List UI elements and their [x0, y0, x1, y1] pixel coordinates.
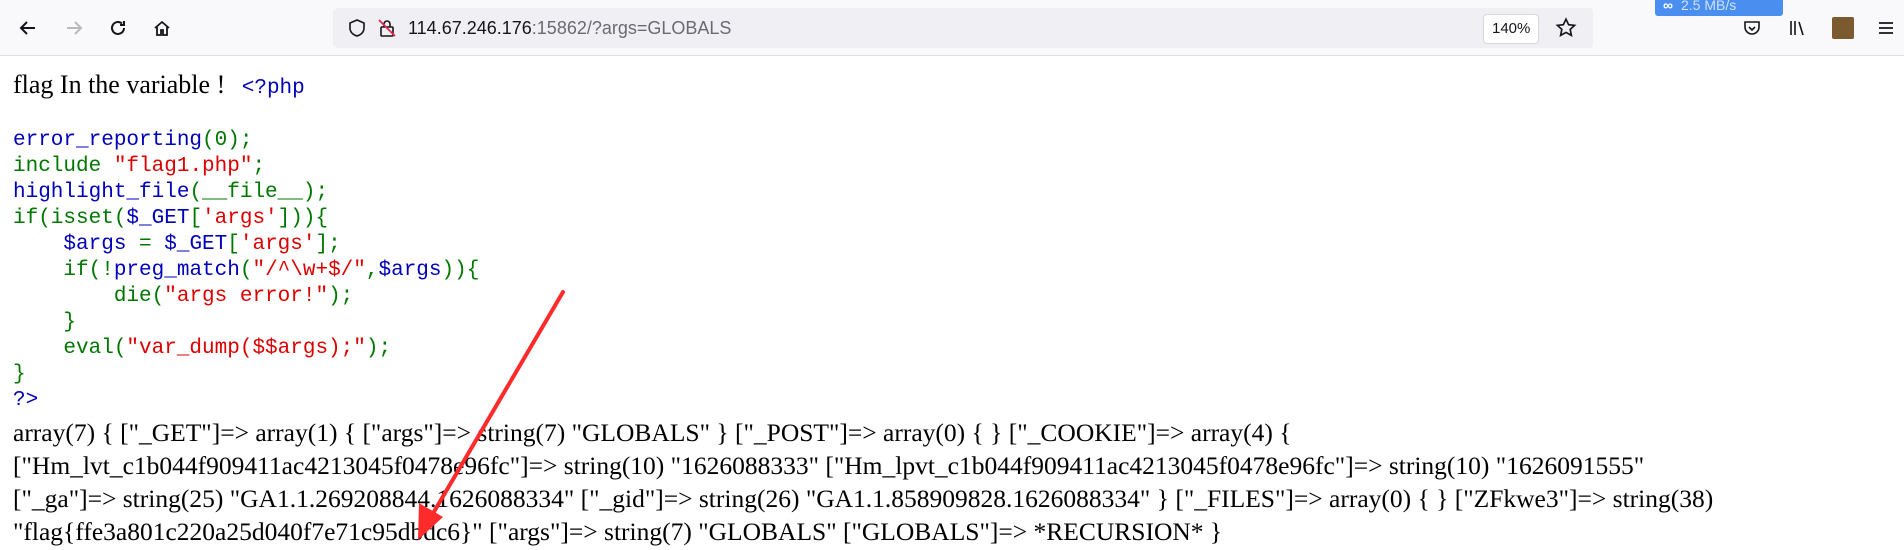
- url-text[interactable]: 114.67.246.176:15862/?args=GLOBALS: [408, 18, 731, 39]
- code-token: )){: [441, 259, 480, 282]
- var-dump-output: array(7) { ["_GET"]=> array(1) { ["args"…: [13, 416, 1893, 548]
- code-token: error_reporting: [13, 129, 203, 152]
- code-token: $_GET: [164, 233, 228, 256]
- extension-speed: 2.5 MB/s: [1681, 0, 1737, 13]
- code-line: die("args error!");: [13, 284, 479, 310]
- code-token: $args: [13, 233, 140, 256]
- code-line: ?>: [13, 388, 479, 414]
- zoom-level-button[interactable]: 140%: [1483, 14, 1540, 44]
- menu-icon[interactable]: [1876, 18, 1896, 38]
- dump-line: "flag{ffe3a801c220a25d040f7e71c95dbdc6}"…: [13, 517, 1223, 546]
- forward-arrow-icon: [67, 21, 83, 35]
- code-line: highlight_file(__file__);: [13, 180, 479, 206]
- insecure-lock-icon[interactable]: [377, 18, 397, 38]
- dump-line: ["_ga"]=> string(25) "GA1.1.269208844.16…: [13, 484, 1714, 513]
- code-token: ;: [252, 155, 266, 178]
- pocket-icon[interactable]: [1742, 18, 1762, 38]
- code-line: if(!preg_match("/^\w+$/",$args)){: [13, 258, 479, 284]
- code-token: eval(: [13, 337, 127, 360]
- code-line: $args = $_GET['args'];: [13, 232, 479, 258]
- extension-badge[interactable]: ∞ 2.5 MB/s: [1655, 0, 1783, 16]
- page-heading: flag In the variable ! <?php: [13, 70, 305, 100]
- code-token: "var_dump($$args);": [126, 337, 366, 360]
- code-token: "args error!": [164, 285, 329, 308]
- browser-toolbar: 114.67.246.176:15862/?args=GLOBALS 140% …: [0, 0, 1904, 56]
- code-token: (: [239, 259, 253, 282]
- code-token: "/^\w+$/": [252, 259, 366, 282]
- code-token: preg_match: [113, 259, 240, 282]
- code-token: if(isset(: [13, 207, 127, 230]
- code-line: error_reporting(0);: [13, 128, 479, 154]
- address-bar[interactable]: 114.67.246.176:15862/?args=GLOBALS 140%: [333, 8, 1593, 48]
- code-token: [: [227, 233, 240, 256]
- code-token: die(: [13, 285, 165, 308]
- code-line: include "flag1.php";: [13, 154, 479, 180]
- code-token: }: [13, 363, 26, 386]
- infinity-icon: ∞: [1663, 0, 1673, 13]
- code-token: ];: [315, 233, 341, 256]
- code-token: );: [365, 337, 392, 360]
- code-line: }: [13, 310, 479, 336]
- php-open-tag: <?php: [241, 77, 305, 100]
- heading-text: flag In the variable !: [13, 70, 232, 99]
- code-token: 'args': [239, 233, 316, 256]
- code-token: if(!: [13, 259, 114, 282]
- page-content: flag In the variable ! <?php error_repor…: [0, 56, 1904, 550]
- code-token: =: [139, 233, 165, 256]
- code-token: }: [13, 311, 77, 334]
- library-icon[interactable]: [1788, 18, 1808, 38]
- back-button[interactable]: [10, 10, 46, 46]
- home-icon: [154, 20, 170, 36]
- url-path: :15862/?args=GLOBALS: [531, 18, 732, 38]
- shield-icon[interactable]: [347, 18, 367, 38]
- reload-button[interactable]: [100, 10, 136, 46]
- forward-button[interactable]: [56, 10, 92, 46]
- dump-line: ["Hm_lvt_c1b044f909411ac4213045f0478e96f…: [13, 451, 1645, 480]
- code-token: highlight_file: [13, 181, 190, 204]
- back-arrow-icon: [19, 21, 35, 35]
- code-token: (0);: [202, 129, 253, 152]
- code-token: );: [328, 285, 354, 308]
- code-token: $_GET: [126, 207, 190, 230]
- code-token: 'args': [202, 207, 278, 230]
- url-host: 114.67.246.176: [408, 18, 532, 38]
- code-line: if(isset($_GET['args'])){: [13, 206, 479, 232]
- code-token: $args: [378, 259, 442, 282]
- php-source-code: error_reporting(0); include "flag1.php"; h…: [13, 128, 479, 414]
- home-button[interactable]: [144, 10, 180, 46]
- bookmark-star-icon[interactable]: [1555, 17, 1577, 39]
- dump-line: array(7) { ["_GET"]=> array(1) { ["args"…: [13, 418, 1292, 447]
- profile-avatar-icon[interactable]: [1832, 17, 1854, 39]
- code-token: ,: [365, 259, 379, 282]
- code-token: ])){: [277, 207, 329, 230]
- code-line: eval("var_dump($$args);");: [13, 336, 479, 362]
- code-line: }: [13, 362, 479, 388]
- code-token: (__file__);: [189, 181, 329, 204]
- reload-icon: [111, 20, 125, 35]
- code-token: include: [13, 155, 114, 178]
- code-token: "flag1.php": [113, 155, 253, 178]
- code-token: [: [189, 207, 203, 230]
- code-token: ?>: [13, 389, 39, 412]
